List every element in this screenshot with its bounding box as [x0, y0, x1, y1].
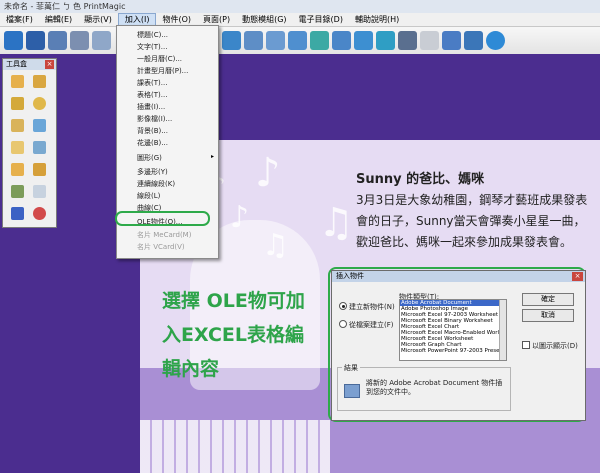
- display-as-icon-checkbox[interactable]: [522, 341, 530, 349]
- menu-item-vcard: 名片 VCard(V): [137, 243, 185, 251]
- card-icon[interactable]: [376, 31, 395, 50]
- menu-item-background[interactable]: 背景(B)...: [137, 126, 168, 136]
- menu-item-image-file[interactable]: 影像檔(I)...: [137, 114, 172, 124]
- object-type-list[interactable]: Adobe Acrobat Document Adobe Photoshop I…: [399, 299, 507, 361]
- list-scrollbar[interactable]: [499, 300, 506, 360]
- tutorial-annotation: 選擇 OLE物可加入EXCEL表格編輯內容: [162, 290, 305, 380]
- object-result-icon: [344, 384, 360, 398]
- radio-create-new-label: 建立新物件(N): [349, 303, 395, 311]
- object-type-item[interactable]: Microsoft PowerPoint 97-2003 Presen: [400, 348, 506, 354]
- menu-item-line[interactable]: 線段(L): [137, 191, 160, 201]
- save-icon[interactable]: [26, 31, 45, 50]
- music-note-1: ♪: [255, 150, 281, 196]
- dialog-close-icon[interactable]: ×: [572, 272, 583, 281]
- frame-tool-icon[interactable]: [33, 141, 46, 154]
- menu-item-mecard: 名片 MeCard(M): [137, 231, 192, 239]
- menu-item-planner-calendar[interactable]: 計畫型月曆(P)...: [137, 66, 188, 76]
- music-note-3: ♪: [230, 200, 250, 235]
- menu-help[interactable]: 輔助說明(H): [349, 13, 405, 26]
- menu-item-illustration[interactable]: 插畫(I)...: [137, 102, 165, 112]
- result-label: 結果: [342, 363, 360, 373]
- dialog-title: 插入物件: [336, 272, 364, 280]
- radio-create-new[interactable]: [339, 302, 347, 310]
- layout-icon[interactable]: [266, 31, 285, 50]
- insert-object-dialog: 插入物件 × 物件類型(T): 建立新物件(N) 從檔案建立(F) Adobe …: [331, 270, 586, 421]
- window-title: 未命名 - 菲萬仁 ㄅ 色 PrintMagic: [0, 0, 600, 13]
- cancel-button[interactable]: 取消: [522, 309, 574, 322]
- result-description: 將新的 Adobe Acrobat Document 物件插到您的文件中。: [366, 379, 503, 396]
- print-icon[interactable]: [48, 31, 67, 50]
- image-tool-icon-2[interactable]: [33, 119, 46, 132]
- sheet-icon[interactable]: [398, 31, 417, 50]
- ellipse-tool-icon[interactable]: [33, 97, 46, 110]
- monitor-icon[interactable]: [464, 31, 483, 50]
- crop-tool-icon[interactable]: [11, 119, 24, 132]
- toolbox-header: 工具盒 ×: [3, 59, 56, 70]
- toolbar: [0, 27, 600, 55]
- new-icon[interactable]: [4, 31, 23, 50]
- picture-icon[interactable]: [332, 31, 351, 50]
- select-tool-icon[interactable]: [11, 75, 24, 88]
- menu-bar: 檔案(F) 編輯(E) 顯示(V) 加入(I) 物件(O) 頁面(P) 動態模組…: [0, 13, 600, 27]
- dialog-titlebar: 插入物件 ×: [332, 271, 585, 282]
- menu-item-shape[interactable]: 圖形(G): [137, 153, 162, 163]
- display-as-icon-label: 以圖示顯示(D): [532, 342, 578, 350]
- menu-edit[interactable]: 編輯(E): [39, 13, 78, 26]
- shape-tool-icon[interactable]: [33, 163, 46, 176]
- toolbox-close-icon[interactable]: ×: [45, 60, 54, 69]
- table-tool-icon[interactable]: [11, 141, 24, 154]
- help-icon[interactable]: [442, 31, 461, 50]
- ok-button[interactable]: 確定: [522, 293, 574, 306]
- text-tool-icon[interactable]: [33, 75, 46, 88]
- menu-item-border[interactable]: 花邊(B)...: [137, 138, 168, 148]
- menu-dynamic-module[interactable]: 動態模組(G): [236, 13, 292, 26]
- menu-item-polygon[interactable]: 多邊形(Y): [137, 167, 168, 177]
- frame-icon[interactable]: [288, 31, 307, 50]
- menu-item-calendar[interactable]: 一般月曆(C)...: [137, 54, 182, 64]
- play-icon[interactable]: [486, 31, 505, 50]
- toolbox-panel: 工具盒 ×: [2, 58, 57, 228]
- copy-tool-icon[interactable]: [11, 163, 24, 176]
- toolbox-title: 工具盒: [6, 60, 27, 68]
- preview-icon[interactable]: [70, 31, 89, 50]
- menu-item-text[interactable]: 文字(T)...: [137, 42, 167, 52]
- piano-keys-illustration: [140, 420, 330, 473]
- copy-icon[interactable]: [92, 31, 111, 50]
- document-headline[interactable]: Sunny 的爸比、媽咪: [356, 168, 484, 187]
- menu-item-timetable[interactable]: 課表(T)...: [137, 78, 167, 88]
- radio-from-file[interactable]: [339, 320, 347, 328]
- calendar-icon[interactable]: [420, 31, 439, 50]
- color-tool-icon[interactable]: [11, 207, 24, 220]
- grid-tool-icon[interactable]: [33, 185, 46, 198]
- pen-tool-icon[interactable]: [11, 97, 24, 110]
- zoom-icon[interactable]: [244, 31, 263, 50]
- menu-file[interactable]: 檔案(F): [0, 13, 39, 26]
- ole-highlight-outline: [115, 211, 210, 226]
- chart-tool-icon[interactable]: [11, 185, 24, 198]
- radio-from-file-label: 從檔案建立(F): [349, 321, 394, 329]
- document-body-text[interactable]: 3月3日是大象幼稚園，鋼琴才藝班成果發表會的日子，Sunny當天會彈奏小星星一曲…: [356, 190, 591, 253]
- submenu-arrow-icon: ▸: [210, 153, 214, 160]
- image-tool-icon[interactable]: [222, 31, 241, 50]
- menu-item-polyline[interactable]: 連續線段(K): [137, 179, 175, 189]
- music-note-4: ♫: [262, 228, 289, 263]
- result-group: 結果 將新的 Adobe Acrobat Document 物件插到您的文件中。: [337, 363, 511, 411]
- menu-ecatalog[interactable]: 電子目錄(D): [293, 13, 349, 26]
- person-icon[interactable]: [310, 31, 329, 50]
- menu-view[interactable]: 顯示(V): [78, 13, 118, 26]
- menu-item-title[interactable]: 標題(C)...: [137, 30, 168, 40]
- music-note-2: ♫: [318, 200, 354, 246]
- menu-item-table[interactable]: 表格(T)...: [137, 90, 167, 100]
- palette-tool-icon[interactable]: [33, 207, 46, 220]
- gallery-icon[interactable]: [354, 31, 373, 50]
